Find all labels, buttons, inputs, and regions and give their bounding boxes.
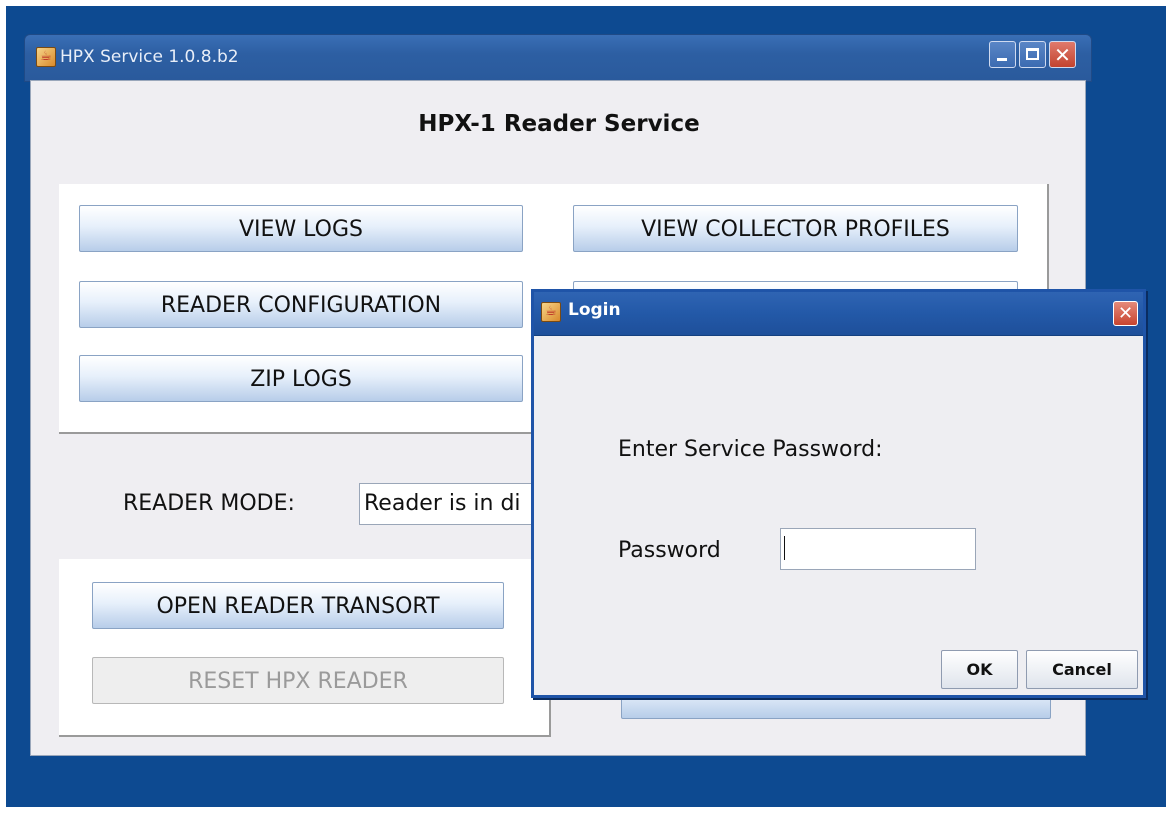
close-icon: ✕ xyxy=(1054,43,1071,67)
login-dialog: ☕ Login ✕ Enter Service Password: Passwo… xyxy=(531,289,1146,698)
view-logs-button[interactable]: VIEW LOGS xyxy=(79,205,523,252)
minimize-icon xyxy=(997,58,1007,61)
close-icon: ✕ xyxy=(1117,303,1134,324)
maximize-icon xyxy=(1026,48,1039,60)
reader-mode-label: READER MODE: xyxy=(123,491,295,516)
password-label: Password xyxy=(618,538,721,563)
reader-configuration-button[interactable]: READER CONFIGURATION xyxy=(79,281,523,328)
login-dialog-title-bar[interactable] xyxy=(534,292,1143,336)
reset-hpx-reader-button: RESET HPX READER xyxy=(92,657,504,704)
login-dialog-title: Login xyxy=(568,300,621,320)
text-cursor xyxy=(784,536,785,560)
java-cup-icon: ☕ xyxy=(36,47,56,67)
zip-logs-button[interactable]: ZIP LOGS xyxy=(79,355,523,402)
java-cup-icon: ☕ xyxy=(541,302,561,322)
cancel-button[interactable]: Cancel xyxy=(1026,650,1138,689)
open-reader-transort-button[interactable]: OPEN READER TRANSORT xyxy=(92,582,504,629)
view-collector-profiles-button[interactable]: VIEW COLLECTOR PROFILES xyxy=(573,205,1018,252)
maximize-button[interactable] xyxy=(1019,41,1046,68)
close-button[interactable]: ✕ xyxy=(1049,41,1076,68)
password-field[interactable] xyxy=(780,528,976,570)
password-prompt: Enter Service Password: xyxy=(618,437,883,462)
minimize-button[interactable] xyxy=(989,41,1016,68)
page-title: HPX-1 Reader Service xyxy=(418,111,700,137)
dialog-close-button[interactable]: ✕ xyxy=(1113,301,1138,326)
ok-button[interactable]: OK xyxy=(941,650,1018,689)
window-title: HPX Service 1.0.8.b2 xyxy=(60,47,239,67)
